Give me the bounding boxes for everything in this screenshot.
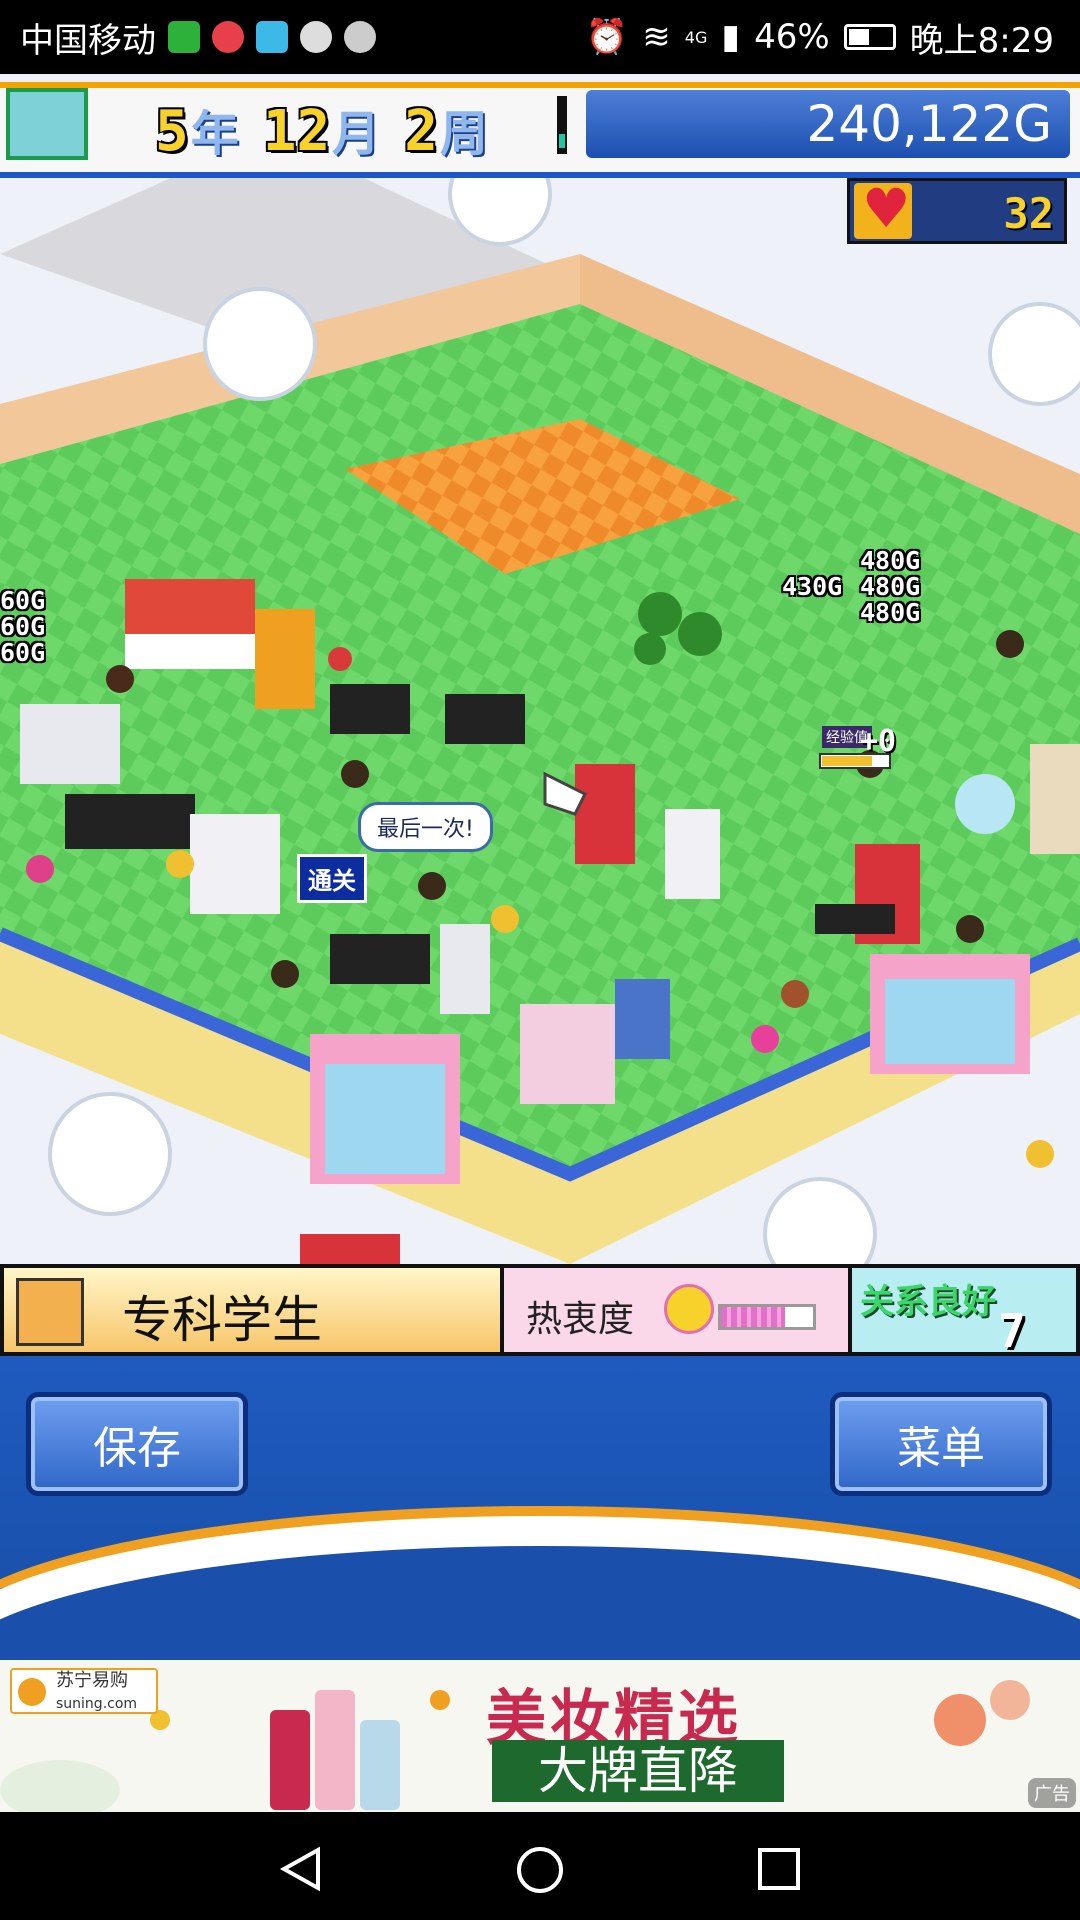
hearts-panel: 32 — [847, 177, 1067, 244]
suning-logo: 苏宁易购 suning.com — [10, 1668, 158, 1714]
weibo-icon — [212, 21, 244, 53]
status-bar: 中国移动 ⏰ ≋ 4G ▮ 46% 晚上8:29 — [0, 0, 1080, 74]
enthusiasm-meter-fill — [721, 1307, 786, 1327]
money-popup: 480G — [860, 572, 921, 601]
enthusiasm-meter — [718, 1304, 816, 1330]
hearts-count: 32 — [1003, 189, 1054, 238]
money-popup: 430G — [782, 572, 843, 601]
ad-banner[interactable]: 苏宁易购 suning.com 美妆精选 大牌直降 广告 — [0, 1660, 1080, 1812]
control-panel: 保存 菜单 — [0, 1356, 1080, 1660]
battery-percent: 46% — [754, 17, 830, 57]
alarm-icon: ⏰ — [585, 17, 629, 57]
heart-icon — [854, 177, 912, 240]
menu-button[interactable]: 菜单 — [830, 1392, 1052, 1496]
relationship-label: 关系良好 — [860, 1282, 996, 1322]
week-value: 2 — [404, 99, 438, 164]
top-hud: 5 年 12 月 2 周 240,122G — [0, 74, 1080, 178]
money-popup: 60G — [0, 612, 46, 641]
arcade-floor-map[interactable] — [0, 74, 1080, 1264]
download-icon — [344, 21, 376, 53]
money-popup: 480G — [860, 546, 921, 575]
signal-bars-icon: ▮ — [721, 17, 741, 57]
wifi-icon: ≋ — [642, 17, 671, 57]
year-value: 5 — [155, 99, 189, 164]
ad-tag[interactable]: 广告 — [1028, 1778, 1076, 1808]
money-popup: 480G — [860, 598, 921, 627]
signal-label: 4G — [684, 27, 708, 47]
back-icon[interactable] — [278, 1846, 324, 1892]
money-popup: 60G — [0, 586, 46, 615]
battery-icon — [843, 24, 896, 50]
week-unit: 周 — [439, 106, 488, 162]
relationship-value: 7 — [998, 1304, 1026, 1358]
carrier-label: 中国移动 — [20, 20, 156, 61]
relationship-panel: 关系良好 7 — [852, 1268, 1076, 1358]
iqiyi-icon — [168, 21, 200, 53]
ad-subline: 大牌直降 — [492, 1740, 784, 1802]
game-view[interactable]: 480G 430G 480G 480G 60G 60G 60G 经验值 +0 最… — [0, 74, 1080, 1264]
month-value: 12 — [262, 99, 331, 164]
smiley-icon — [664, 1284, 714, 1334]
visitor-type: 专科学生 — [122, 1291, 322, 1349]
money-popup: 60G — [0, 638, 46, 667]
home-icon[interactable] — [514, 1846, 566, 1898]
enthusiasm-panel: 热衷度 — [504, 1268, 848, 1352]
visitor-info-bar[interactable]: 专科学生 热衷度 关系良好 7 — [0, 1264, 1080, 1358]
exp-gain: +0 — [860, 724, 897, 759]
month-unit: 月 — [332, 106, 381, 162]
save-button[interactable]: 保存 — [26, 1392, 248, 1496]
enthusiasm-label: 热衷度 — [526, 1299, 635, 1340]
year-unit: 年 — [190, 106, 239, 162]
speech-bubble: 最后一次! — [358, 802, 493, 852]
recents-icon[interactable] — [756, 1846, 802, 1892]
ad-brand-url: suning.com — [56, 1696, 138, 1712]
clear-tag: 通关 — [297, 854, 367, 903]
ad-brand: 苏宁易购 — [56, 1670, 128, 1691]
money-display: 240,122G — [586, 90, 1070, 158]
visitor-avatar — [16, 1278, 84, 1346]
game-date: 5 年 12 月 2 周 — [155, 94, 510, 164]
wechat-icon — [300, 21, 332, 53]
hud-divider — [557, 96, 567, 154]
winter-season-icon[interactable] — [6, 88, 88, 160]
visitor-type-panel: 专科学生 — [4, 1268, 500, 1352]
clock: 晚上8:29 — [909, 20, 1054, 61]
video-app-icon — [256, 21, 288, 53]
fountain — [955, 774, 1015, 834]
entrance-arch-right — [870, 954, 1030, 1074]
navigation-bar — [0, 1812, 1080, 1920]
